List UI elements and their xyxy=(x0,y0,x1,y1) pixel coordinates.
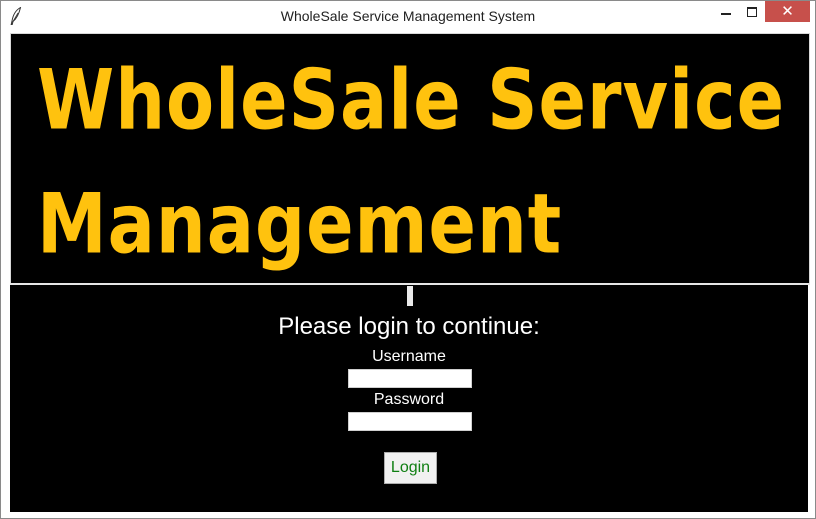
banner-title-line-1: WholeSale Service xyxy=(37,52,786,149)
app-window: WholeSale Service Management System ✕ Wh… xyxy=(0,0,816,519)
username-label: Username xyxy=(372,348,446,365)
username-input[interactable] xyxy=(348,369,472,388)
password-label: Password xyxy=(373,391,445,408)
minimize-icon xyxy=(721,12,731,15)
title-bar[interactable]: WholeSale Service Management System ✕ xyxy=(1,1,815,32)
title-banner: WholeSale Service Management xyxy=(10,33,810,284)
login-button[interactable]: Login xyxy=(384,452,437,484)
maximize-icon xyxy=(747,6,757,17)
banner-title-line-2: Management xyxy=(37,176,563,273)
separator-handle xyxy=(407,286,413,306)
maximize-button[interactable] xyxy=(739,1,765,22)
login-panel: Please login to continue: Username Passw… xyxy=(10,285,808,512)
login-prompt: Please login to continue: xyxy=(278,313,540,340)
minimize-button[interactable] xyxy=(713,1,739,22)
password-input[interactable] xyxy=(348,412,472,431)
close-button[interactable]: ✕ xyxy=(765,1,810,22)
close-icon: ✕ xyxy=(781,2,794,20)
window-title: WholeSale Service Management System xyxy=(280,8,536,24)
